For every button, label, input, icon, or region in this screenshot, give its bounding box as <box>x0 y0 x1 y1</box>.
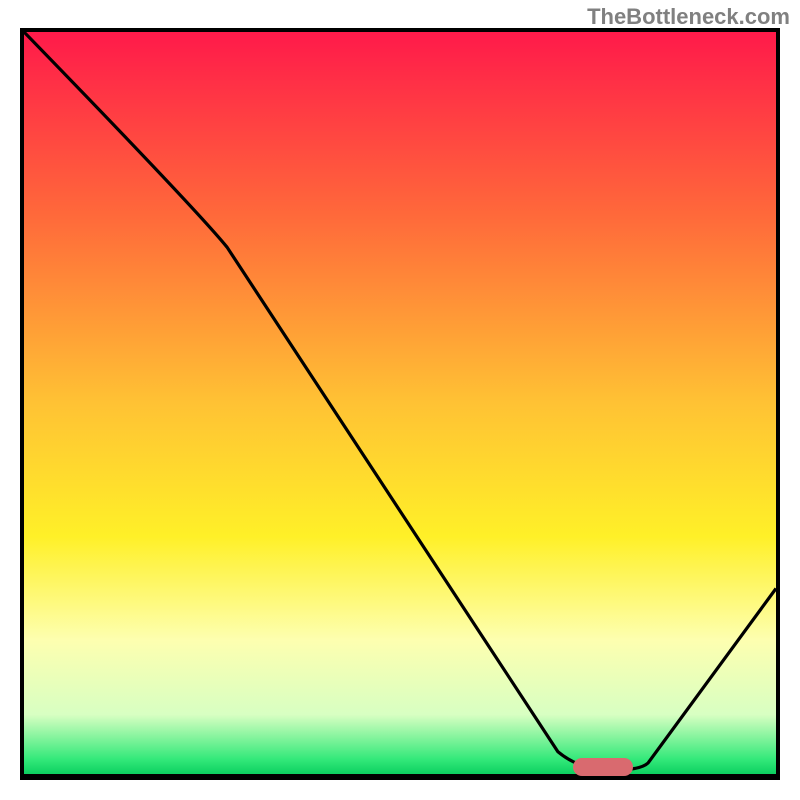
watermark-text: TheBottleneck.com <box>587 4 790 30</box>
bottleneck-curve <box>24 32 776 774</box>
chart-container: TheBottleneck.com <box>0 0 800 800</box>
optimal-marker <box>573 758 633 776</box>
chart-plot-area <box>20 28 780 780</box>
